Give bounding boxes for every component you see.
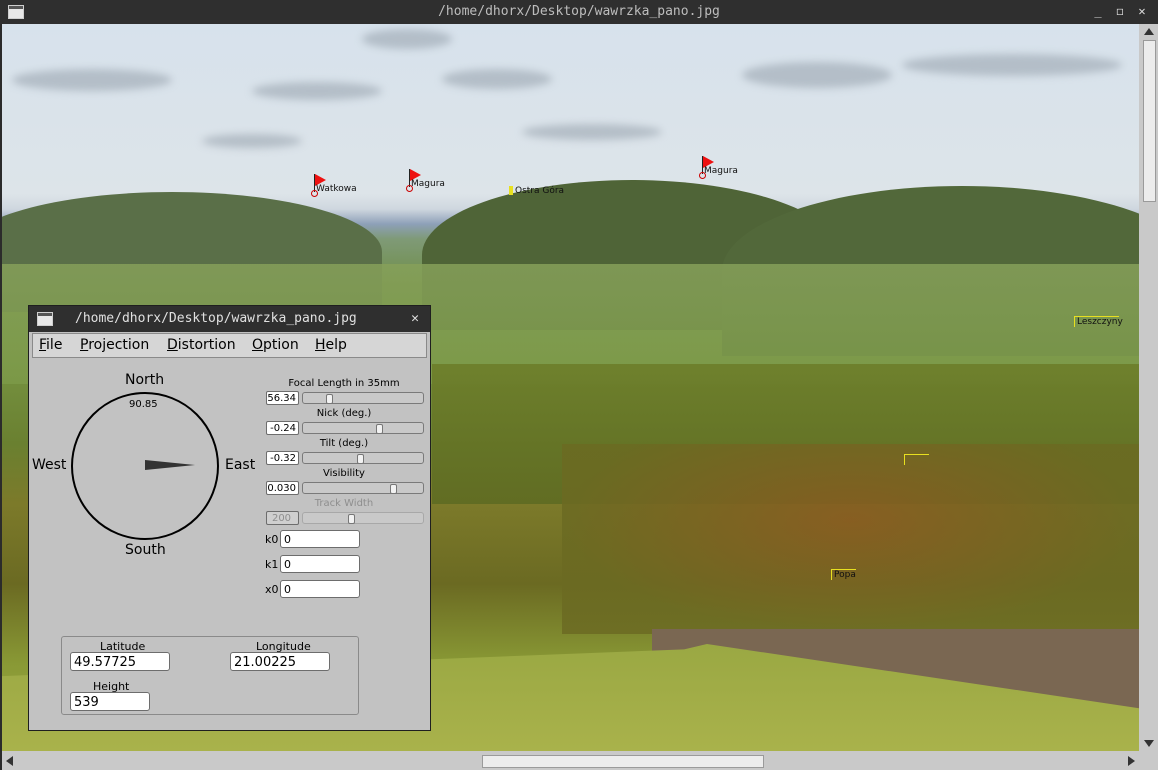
cloud [252, 82, 382, 100]
menu-projection[interactable]: Projection [80, 337, 149, 353]
param-label: Nick (deg.) [316, 408, 372, 419]
cloud [442, 69, 552, 89]
x0-label: x0 [265, 583, 279, 596]
param-label: Visibility [323, 468, 365, 479]
peak-marker-label: Popa [834, 570, 856, 580]
peak-label: Magura [704, 166, 738, 176]
peak-marker[interactable]: Popa [831, 569, 856, 580]
peak-marker[interactable]: Leszczyny [1074, 316, 1123, 327]
dialog-titlebar[interactable]: /home/dhorx/Desktop/wawrzka_pano.jpg ✕ [29, 306, 430, 332]
cloud [522, 124, 662, 140]
menu-option[interactable]: Option [252, 337, 299, 353]
slider-knob[interactable] [390, 484, 397, 494]
location-group: Latitude 49.57725 Longitude 21.00225 Hei… [61, 636, 359, 715]
param-value-input[interactable]: 56.34 [266, 391, 299, 405]
height-input[interactable]: 539 [70, 692, 150, 711]
slider-knob[interactable] [326, 394, 333, 404]
param-slider[interactable] [302, 452, 424, 464]
compass-west: West [32, 457, 67, 473]
cloud [902, 54, 1122, 76]
compass-south: South [125, 542, 166, 558]
scroll-up-icon[interactable] [1144, 28, 1154, 35]
param-label: Focal Length in 35mm [288, 378, 400, 389]
param-label: Track Width [314, 498, 374, 509]
compass-north: North [125, 372, 165, 388]
param-slider[interactable] [302, 482, 424, 494]
dialog-title: /home/dhorx/Desktop/wawrzka_pano.jpg [75, 311, 357, 326]
slider-knob[interactable] [376, 424, 383, 434]
scrollbar-corner [1139, 751, 1158, 770]
compass-east: East [225, 457, 256, 473]
settings-dialog: /home/dhorx/Desktop/wawrzka_pano.jpg ✕ F… [28, 305, 431, 731]
compass-needle[interactable] [145, 460, 195, 470]
scroll-right-icon[interactable] [1128, 756, 1135, 766]
peak-marker-label: Leszczyny [1077, 317, 1123, 327]
close-icon[interactable]: ✕ [1134, 3, 1150, 19]
param-slider [302, 512, 424, 524]
param-value-input[interactable]: 0.030 [266, 481, 299, 495]
cloud [202, 134, 302, 148]
peak-label: Watkowa [316, 184, 357, 194]
cloud [12, 69, 172, 91]
peak-label: Magura [411, 179, 445, 189]
vertical-scroll-thumb[interactable] [1143, 40, 1156, 202]
latitude-input[interactable]: 49.57725 [70, 652, 170, 671]
scroll-left-icon[interactable] [6, 756, 13, 766]
main-titlebar[interactable]: /home/dhorx/Desktop/wawrzka_pano.jpg _ ◻… [0, 0, 1158, 24]
peak-marker-label: Ostra Góra [515, 186, 565, 196]
cloud [362, 29, 452, 49]
param-value-input: 200 [266, 511, 299, 525]
slider-knob[interactable] [357, 454, 364, 464]
autumn-trees [562, 444, 1139, 634]
param-value-input[interactable]: -0.24 [266, 421, 299, 435]
k0-input[interactable]: 0 [280, 530, 360, 548]
close-icon[interactable]: ✕ [407, 311, 423, 327]
menu-file[interactable]: File [39, 337, 62, 353]
param-slider[interactable] [302, 422, 424, 434]
param-value-input[interactable]: -0.32 [266, 451, 299, 465]
compass-heading: 90.85 [129, 399, 158, 410]
minimize-icon[interactable]: _ [1090, 3, 1106, 19]
x0-input[interactable]: 0 [280, 580, 360, 598]
scroll-down-icon[interactable] [1144, 740, 1154, 747]
longitude-input[interactable]: 21.00225 [230, 652, 330, 671]
menu-distortion[interactable]: Distortion [167, 337, 236, 353]
horizontal-scroll-thumb[interactable] [482, 755, 764, 768]
menu-help[interactable]: Help [315, 337, 347, 353]
cloud [742, 62, 892, 88]
param-slider[interactable] [302, 392, 424, 404]
window-icon[interactable] [37, 312, 53, 326]
vertical-scrollbar[interactable] [1139, 24, 1158, 751]
peak-marker[interactable] [904, 454, 929, 465]
menu-bar: File Projection Distortion Option Help [32, 333, 427, 358]
k1-input[interactable]: 0 [280, 555, 360, 573]
horizontal-scrollbar[interactable] [2, 751, 1139, 770]
maximize-icon[interactable]: ◻ [1112, 3, 1128, 19]
k1-label: k1 [265, 558, 279, 571]
window-title: /home/dhorx/Desktop/wawrzka_pano.jpg [438, 4, 720, 19]
k0-label: k0 [265, 533, 279, 546]
param-label: Tilt (deg.) [319, 438, 369, 449]
slider-knob [348, 514, 355, 524]
peak-marker[interactable]: Ostra Góra [509, 186, 564, 196]
